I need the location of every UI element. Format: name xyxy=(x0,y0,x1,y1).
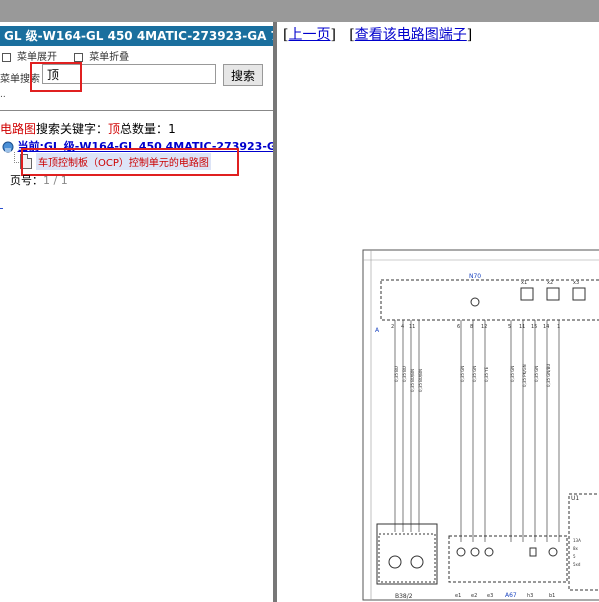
wire-group-mid xyxy=(460,320,486,542)
svg-text:6: 6 xyxy=(457,324,460,330)
a67-label: A67 xyxy=(505,592,517,599)
vehicle-node-icon xyxy=(2,141,14,153)
left-menu-pane: GL 级-W164-GL 450 4MATIC-273923-GA 722908… xyxy=(0,22,273,602)
count-value: 1 xyxy=(168,122,176,136)
collapse-icon xyxy=(74,52,84,62)
small-link-mark[interactable] xyxy=(0,208,3,209)
highlight-box xyxy=(30,62,82,92)
svg-text:x2: x2 xyxy=(547,280,553,286)
svg-text:2: 2 xyxy=(391,324,394,330)
svg-text:0,35 GN: 0,35 GN xyxy=(534,366,539,382)
menu-toggles: 菜单展开 菜单折叠 xyxy=(2,48,143,63)
svg-text:e3: e3 xyxy=(487,593,493,599)
svg-text:5xd: 5xd xyxy=(573,562,581,567)
wire-group-right xyxy=(510,320,560,542)
svg-text:b1: b1 xyxy=(549,593,555,599)
svg-text:12: 12 xyxy=(481,324,487,330)
n70-label: N70 xyxy=(469,273,481,280)
svg-text:4: 4 xyxy=(401,324,404,330)
diagram-pane: [上一页] [查看该电路图端子] N70 A x1 x2 x3 2 4 11 6… xyxy=(277,22,599,602)
keyword-value: 顶 xyxy=(108,122,121,136)
svg-text:1: 1 xyxy=(557,324,560,330)
svg-text:0,35 BU/BN: 0,35 BU/BN xyxy=(410,369,415,392)
svg-text:11: 11 xyxy=(519,324,525,330)
result-category: 电路图 xyxy=(0,122,37,136)
svg-text:0,35 GN/BU: 0,35 GN/BU xyxy=(546,364,551,387)
b38-label: B38/2 xyxy=(395,593,413,600)
page-number: 页号：1 / 1 xyxy=(10,174,68,187)
lamp-symbol-icon xyxy=(470,297,480,307)
n70-box xyxy=(380,279,599,321)
svg-text:8: 8 xyxy=(470,324,473,330)
search-button[interactable]: 搜索 xyxy=(223,64,263,86)
svg-text:0,35 GN: 0,35 GN xyxy=(460,366,465,382)
svg-text:e1: e1 xyxy=(455,593,461,599)
svg-text:0,35 BU: 0,35 BU xyxy=(402,366,407,382)
vehicle-title-bar: GL 级-W164-GL 450 4MATIC-273923-GA 722908 xyxy=(0,26,273,46)
svg-text:13A: 13A xyxy=(573,538,581,543)
menu-collapse[interactable]: 菜单折叠 xyxy=(74,52,129,63)
svg-text:15: 15 xyxy=(531,324,537,330)
count-label: 总数量： xyxy=(120,122,169,136)
svg-text:5: 5 xyxy=(573,554,576,559)
circuit-diagram[interactable]: N70 A x1 x2 x3 2 4 11 6 8 12 5 11 15 14 … xyxy=(277,22,599,602)
svg-text:0,35 BU/BN: 0,35 BU/BN xyxy=(418,369,423,392)
search-result-summary: 电路图搜索关键字：顶总数量：1 xyxy=(0,120,176,137)
svg-text:x1: x1 xyxy=(521,280,527,286)
svg-text:8x: 8x xyxy=(573,546,579,551)
search-dots: .. xyxy=(0,90,6,100)
svg-text:x3: x3 xyxy=(573,280,579,286)
svg-text:0,35 BU: 0,35 BU xyxy=(394,366,399,382)
u1-label: U1 xyxy=(571,495,579,502)
diagram-frame xyxy=(362,249,599,601)
svg-text:e2: e2 xyxy=(471,593,477,599)
svg-text:0,35 YE: 0,35 YE xyxy=(484,366,489,382)
connector-a-label: A xyxy=(375,327,380,334)
divider-line xyxy=(0,110,273,111)
svg-text:0,35 GN: 0,35 GN xyxy=(510,366,515,382)
svg-text:0,35 PK/GN: 0,35 PK/GN xyxy=(522,364,527,387)
a67-box xyxy=(448,535,568,583)
browser-top-bar xyxy=(0,0,599,22)
svg-text:h3: h3 xyxy=(527,593,533,599)
svg-text:5: 5 xyxy=(508,324,511,330)
b38-sensor-box xyxy=(376,523,438,585)
wire-group-left xyxy=(394,320,420,532)
expand-icon xyxy=(2,52,11,62)
svg-text:14: 14 xyxy=(543,324,549,330)
svg-text:0,35 GN: 0,35 GN xyxy=(472,366,477,382)
keyword-label: 搜索关键字： xyxy=(36,122,109,136)
svg-text:11: 11 xyxy=(409,324,415,330)
